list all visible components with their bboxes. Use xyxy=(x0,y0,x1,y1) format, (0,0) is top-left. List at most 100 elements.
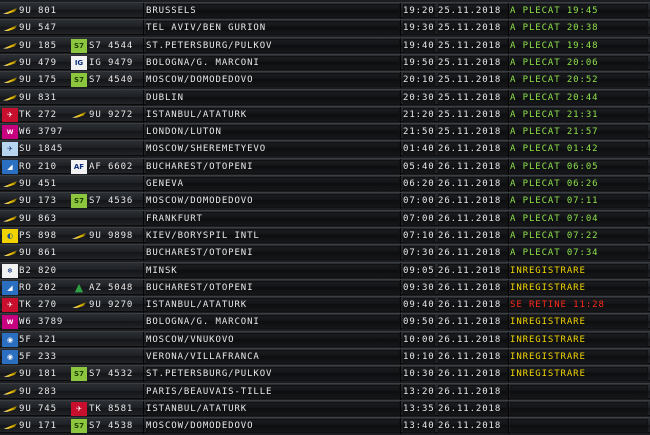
codeshare-number xyxy=(89,315,143,329)
flight-status: INREGISTRARE xyxy=(510,367,648,382)
flight-number: RO 202 xyxy=(19,282,57,293)
column-divider xyxy=(143,279,144,296)
flight-number: 9U 479 xyxy=(19,57,57,68)
wing-logo-icon xyxy=(2,246,18,260)
tarom-logo-icon: ◢ xyxy=(2,159,18,174)
column-divider xyxy=(143,176,144,192)
column-divider xyxy=(508,366,509,383)
codeshare-number xyxy=(89,125,143,139)
flight-number: 9U 547 xyxy=(19,23,57,34)
destination: ISTANBUL/ATATURK xyxy=(146,107,400,122)
destination: ISTANBUL/ATATURK xyxy=(146,401,400,416)
flight-number: 9U 861 xyxy=(19,248,57,259)
flight-number: 9U 801 xyxy=(19,6,57,16)
destination: MOSCOW/SHEREMETYEVO xyxy=(146,142,400,157)
column-divider xyxy=(508,349,509,365)
codeshare-number: AZ 5048 xyxy=(89,282,134,293)
destination: KIEV/BORYSPIL INTL xyxy=(146,228,400,243)
codeshare-number xyxy=(89,333,143,347)
destination: TEL AVIV/BEN GURION xyxy=(146,21,400,36)
flight-status: A PLECAT 06:05 xyxy=(510,159,648,174)
column-divider xyxy=(400,158,401,175)
column-divider xyxy=(400,141,401,158)
flight-date: 25.11.2018 xyxy=(438,4,508,18)
column-divider xyxy=(400,3,401,19)
airfrance-logo-icon: AF xyxy=(71,159,87,174)
codeshare-number xyxy=(89,142,143,156)
wing-logo-icon xyxy=(2,21,18,35)
flight-status: A PLECAT 07:22 xyxy=(510,228,648,243)
column-divider xyxy=(143,262,144,279)
column-divider xyxy=(400,279,401,296)
column-divider xyxy=(400,331,401,348)
scheduled-time: 13:40 xyxy=(403,419,435,434)
codeshare-number: S7 4544 xyxy=(89,40,134,51)
flight-row: ✈ SU 1845 MOSCOW/SHEREMETYEVO 01:40 26.11.20… xyxy=(0,140,650,158)
column-divider xyxy=(400,383,401,400)
scheduled-time: 01:40 xyxy=(403,142,435,157)
s7-logo-icon: S7 xyxy=(71,419,87,434)
ukraine-logo-icon: ◐ xyxy=(2,228,18,243)
flight-row: ◐ PS 898 9U 9898 KIEV/BORYSPIL INTL 07:10 26.… xyxy=(0,226,650,244)
wizz-logo-icon: W xyxy=(2,125,18,140)
wing-logo-icon xyxy=(71,108,87,122)
scheduled-time: 19:50 xyxy=(403,55,435,70)
pobeda-logo-icon: ◉ xyxy=(2,332,18,347)
flight-date: 26.11.2018 xyxy=(438,315,508,330)
column-divider xyxy=(508,400,509,417)
wing-logo-icon xyxy=(2,56,18,70)
codeshare-number xyxy=(89,385,143,399)
column-divider xyxy=(400,89,401,106)
column-divider xyxy=(400,366,401,383)
flight-row: 9U 283 PARIS/BEAUVAIS-TILLE 13:20 26.11.201… xyxy=(0,382,650,400)
flight-number: 9U 831 xyxy=(19,92,57,103)
flight-row: 9U 185 S7 S7 4544 ST.PETERSBURG/PULKOV 19:40… xyxy=(0,36,650,54)
wing-logo-icon xyxy=(71,298,87,312)
column-divider xyxy=(400,37,401,54)
flight-status: INREGISTRARE xyxy=(510,280,648,295)
flight-date: 25.11.2018 xyxy=(438,125,508,140)
flight-status: A PLECAT 01:42 xyxy=(510,142,648,157)
flight-row: ◢ RO 202 ▲ AZ 5048 BUCHAREST/OTOPENI 09:30 26.… xyxy=(0,278,650,296)
scheduled-time: 07:30 xyxy=(403,246,435,261)
codeshare-number: 9U 9898 xyxy=(89,230,134,241)
wing-logo-icon xyxy=(2,39,18,53)
codeshare-number xyxy=(89,212,143,226)
flight-number: B2 820 xyxy=(19,265,57,276)
alitalia-a-logo-icon: ▲ xyxy=(74,281,84,295)
column-divider xyxy=(143,37,144,54)
flight-row: 9U 175 S7 S7 4540 MOSCOW/DOMODEDOVO 20:10 25.… xyxy=(0,71,650,89)
destination: ST.PETERSBURG/PULKOV xyxy=(146,367,400,382)
column-divider xyxy=(143,366,144,383)
codeshare-number: S7 4536 xyxy=(89,196,134,207)
flight-number: 5F 121 xyxy=(19,334,57,345)
flight-date: 26.11.2018 xyxy=(438,194,508,209)
flight-number: SU 1845 xyxy=(19,144,64,155)
scheduled-time: 09:30 xyxy=(403,280,435,295)
column-divider xyxy=(143,314,144,331)
column-divider xyxy=(508,20,509,37)
destination: LONDON/LUTON xyxy=(146,125,400,140)
flight-date: 26.11.2018 xyxy=(438,384,508,399)
column-divider xyxy=(508,37,509,54)
codeshare-number xyxy=(89,177,143,191)
column-divider xyxy=(508,227,509,244)
flight-row: 9U 547 TEL AVIV/BEN GURION 19:30 25.11.2018… xyxy=(0,19,650,37)
flight-date: 26.11.2018 xyxy=(438,280,508,295)
destination: BUCHAREST/OTOPENI xyxy=(146,280,400,295)
codeshare-number xyxy=(89,4,143,18)
flight-number: W6 3789 xyxy=(19,317,64,328)
scheduled-time: 07:00 xyxy=(403,194,435,209)
flight-row: ❄ B2 820 MINSK 09:05 26.11.2018 INREGISTRARE xyxy=(0,261,650,279)
column-divider xyxy=(400,54,401,71)
flight-number: 9U 173 xyxy=(19,196,57,207)
destination: BUCHAREST/OTOPENI xyxy=(146,159,400,174)
scheduled-time: 06:20 xyxy=(403,177,435,191)
destination: MOSCOW/VNUKOVO xyxy=(146,332,400,347)
flight-status xyxy=(510,384,648,399)
column-divider xyxy=(143,141,144,158)
flight-number: TK 270 xyxy=(19,300,57,311)
scheduled-time: 19:40 xyxy=(403,38,435,53)
flight-row: ◢ RO 210 AF AF 6602 BUCHAREST/OTOPENI 05:40 26… xyxy=(0,157,650,175)
flight-date: 25.11.2018 xyxy=(438,73,508,88)
